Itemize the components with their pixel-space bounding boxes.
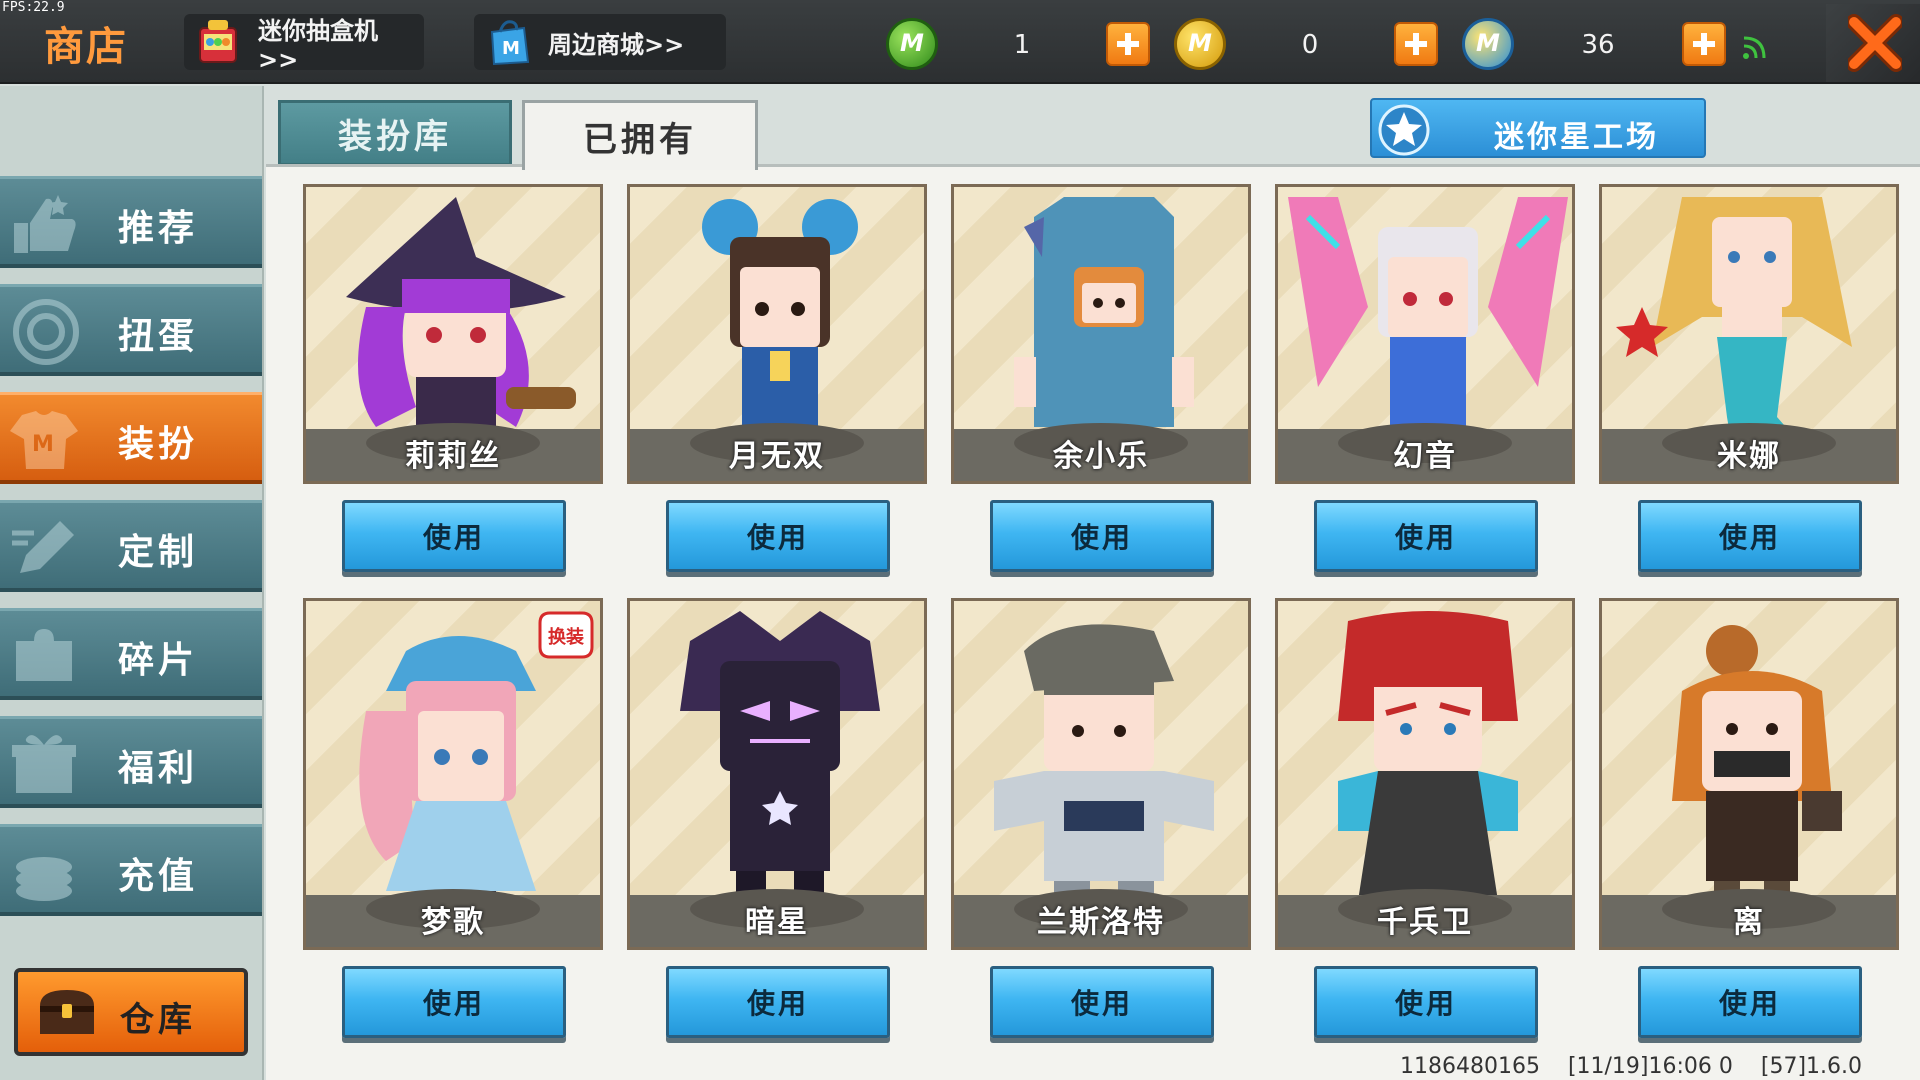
sidebar-item-label: 福利 xyxy=(118,748,199,789)
star-badge-icon xyxy=(1378,104,1430,156)
gacha-egg-icon xyxy=(13,299,79,365)
sidebar-item-label: 扭蛋 xyxy=(118,316,199,357)
use-skin-button[interactable]: 使用 xyxy=(1314,500,1538,572)
warehouse-label: 仓库 xyxy=(120,1000,196,1040)
use-skin-button[interactable]: 使用 xyxy=(342,500,566,572)
skin-card[interactable]: 离 xyxy=(1599,598,1899,950)
use-skin-button[interactable]: 使用 xyxy=(666,966,890,1038)
shopping-bag-icon: M xyxy=(490,20,530,66)
puzzle-piece-icon xyxy=(16,629,72,681)
mini-point-count: 36 xyxy=(1581,30,1615,60)
costume-change-badge-label: 换装 xyxy=(548,626,584,648)
sidebar-item-recharge[interactable]: 充值 xyxy=(0,824,262,916)
sidebar-item-recommend[interactable]: 推荐 xyxy=(0,176,262,268)
tab-owned[interactable]: 已拥有 xyxy=(522,100,758,170)
skin-name: 余小乐 xyxy=(1053,439,1149,474)
gacha-machine-link[interactable]: 迷你抽盒机>> xyxy=(184,14,424,74)
skin-name: 月无双 xyxy=(729,439,825,474)
use-skin-button[interactable]: 使用 xyxy=(1638,500,1862,572)
svg-text:M: M xyxy=(32,432,54,457)
treasure-chest-icon xyxy=(40,990,94,1034)
currency-mini-point: M 36 xyxy=(1462,18,1732,72)
mini-star-workshop-button[interactable]: 迷你星工场 xyxy=(1370,98,1706,158)
sidebar-item-label: 碎片 xyxy=(118,640,199,681)
mini-coin-gold-icon: M xyxy=(1174,18,1226,70)
skin-name: 兰斯洛特 xyxy=(1037,905,1165,940)
skin-name: 米娜 xyxy=(1717,439,1781,474)
skin-card[interactable]: 幻音 xyxy=(1275,184,1575,484)
tab-outfit-library[interactable]: 装扮库 xyxy=(278,100,512,166)
top-bar: FPS:22.9 商店 迷你抽盒机>> M 周边商城>> M 1 M 0 M 3… xyxy=(0,0,1920,84)
close-button[interactable] xyxy=(1826,4,1920,82)
use-skin-button[interactable]: 使用 xyxy=(990,500,1214,572)
sidebar-item-outfit[interactable]: M 装扮 xyxy=(0,392,262,484)
merch-mall-link[interactable]: M 周边商城>> xyxy=(474,14,726,70)
page-title: 商店 xyxy=(44,24,128,70)
skin-card[interactable]: 余小乐 xyxy=(951,184,1251,484)
add-mini-point-button[interactable] xyxy=(1682,22,1726,66)
build-info: 1186480165 [11/19]16:06 0 [57]1.6.0 xyxy=(1400,1054,1863,1079)
sidebar-item-gacha[interactable]: 扭蛋 xyxy=(0,284,262,376)
coin-stack-icon xyxy=(16,857,72,901)
currency-mini-bean: M 1 xyxy=(886,18,1156,72)
sidebar-item-welfare[interactable]: 福利 xyxy=(0,716,262,808)
mini-bean-green-icon: M xyxy=(886,18,938,70)
currency-mini-coin: M 0 xyxy=(1174,18,1444,72)
sidebar-item-label: 推荐 xyxy=(118,208,199,249)
skin-name: 千兵卫 xyxy=(1377,905,1473,940)
sidebar: 推荐 扭蛋 M 装扮 定制 碎片 福利 充值 xyxy=(0,86,264,1080)
skin-name: 莉莉丝 xyxy=(405,439,501,474)
gift-icon xyxy=(12,735,76,793)
pencil-icon xyxy=(12,521,74,573)
skin-card[interactable]: 莉莉丝 xyxy=(303,184,603,484)
mini-coin-count: 0 xyxy=(1301,30,1319,60)
gacha-machine-label: 迷你抽盒机>> xyxy=(258,16,378,74)
costume-change-badge-icon: 换装 xyxy=(538,611,594,659)
add-mini-coin-button[interactable] xyxy=(1394,22,1438,66)
gacha-machine-icon xyxy=(199,20,237,63)
skin-card[interactable]: 换装 梦歌 xyxy=(303,598,603,950)
shirt-icon: M xyxy=(10,411,78,469)
sidebar-item-fragments[interactable]: 碎片 xyxy=(0,608,262,700)
fps-counter: FPS:22.9 xyxy=(2,0,65,15)
warehouse-button[interactable]: 仓库 xyxy=(14,968,248,1056)
use-skin-button[interactable]: 使用 xyxy=(990,966,1214,1038)
use-skin-button[interactable]: 使用 xyxy=(1314,966,1538,1038)
skin-card[interactable]: 暗星 xyxy=(627,598,927,950)
mini-bean-count: 1 xyxy=(1013,30,1031,60)
svg-text:M: M xyxy=(502,38,520,59)
use-skin-button[interactable]: 使用 xyxy=(666,500,890,572)
sidebar-item-custom[interactable]: 定制 xyxy=(0,500,262,592)
add-mini-bean-button[interactable] xyxy=(1106,22,1150,66)
use-skin-button[interactable]: 使用 xyxy=(342,966,566,1038)
sidebar-item-label: 装扮 xyxy=(118,424,199,465)
workshop-label: 迷你星工场 xyxy=(1494,120,1659,155)
signal-icon xyxy=(1743,36,1766,59)
skin-card[interactable]: 月无双 xyxy=(627,184,927,484)
skin-card[interactable]: 兰斯洛特 xyxy=(951,598,1251,950)
skin-name: 梦歌 xyxy=(421,905,485,940)
skin-name: 暗星 xyxy=(745,905,809,940)
sidebar-item-label: 充值 xyxy=(118,856,199,897)
skin-card[interactable]: 米娜 xyxy=(1599,184,1899,484)
use-skin-button[interactable]: 使用 xyxy=(1638,966,1862,1038)
sidebar-item-label: 定制 xyxy=(118,532,199,573)
skin-card[interactable]: 千兵卫 xyxy=(1275,598,1575,950)
mini-point-blue-icon: M xyxy=(1462,18,1514,70)
thumbs-up-icon xyxy=(14,195,76,253)
merch-mall-label: 周边商城>> xyxy=(548,30,685,59)
skin-name: 幻音 xyxy=(1393,439,1457,474)
skin-name: 离 xyxy=(1733,905,1765,940)
close-icon xyxy=(1848,14,1902,72)
